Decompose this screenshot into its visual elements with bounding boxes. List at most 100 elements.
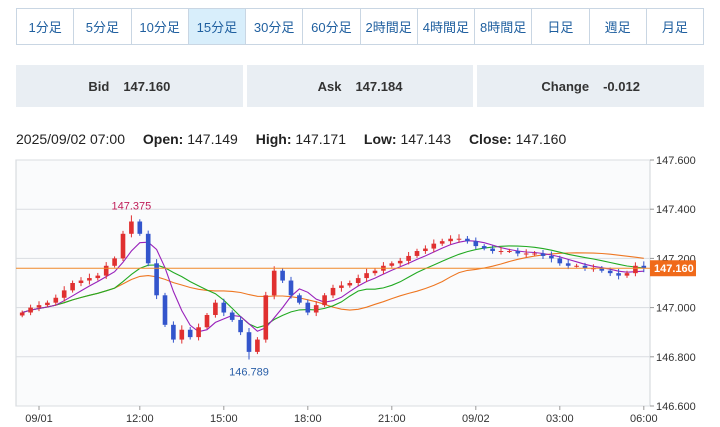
candle-body bbox=[313, 305, 319, 313]
ohlc-readout: 2025/09/02 07:00 Open: 147.149 High: 147… bbox=[16, 131, 566, 147]
y-tick-label: 147.600 bbox=[656, 155, 696, 167]
candle-body bbox=[498, 251, 504, 253]
candle-body bbox=[355, 278, 361, 283]
x-tick-label: 06:00 bbox=[630, 413, 658, 425]
candle-body bbox=[263, 295, 269, 340]
candle-body bbox=[28, 307, 33, 313]
candle-body bbox=[78, 280, 84, 283]
ask-cell: Ask 147.184 bbox=[246, 65, 474, 107]
candle-body bbox=[549, 255, 554, 259]
bid-value: 147.160 bbox=[123, 78, 171, 94]
timeframe-tabs: 1分足 5分足 10分足 15分足 30分足 60分足 2時間足 4時間足 8時間足 日足 週足 月足 bbox=[16, 8, 704, 45]
candle-body bbox=[574, 265, 579, 267]
candle-body bbox=[45, 302, 50, 306]
tab-timeframe[interactable]: 1分足 bbox=[17, 9, 75, 44]
ask-value: 147.184 bbox=[355, 78, 403, 94]
tab-timeframe[interactable]: 日足 bbox=[532, 9, 590, 44]
tab-timeframe[interactable]: 8時間足 bbox=[475, 9, 533, 44]
candle-body bbox=[112, 258, 117, 266]
low-label: Low: bbox=[363, 131, 397, 147]
close-label: Close: bbox=[468, 131, 512, 147]
change-value: -0.012 bbox=[603, 78, 640, 94]
plot-area bbox=[15, 159, 651, 407]
candle-body bbox=[565, 263, 571, 266]
y-tick-label: 146.600 bbox=[656, 401, 696, 413]
tab-timeframe[interactable]: 60分足 bbox=[303, 9, 361, 44]
candle-body bbox=[229, 312, 235, 320]
price-annotation: 147.375 bbox=[112, 200, 152, 212]
candle-body bbox=[53, 297, 59, 303]
candle-body bbox=[196, 327, 201, 338]
candle-body bbox=[532, 253, 537, 255]
candle-body bbox=[540, 253, 546, 256]
candle-body bbox=[61, 290, 67, 298]
candle-body bbox=[448, 238, 453, 242]
candle-body bbox=[36, 305, 42, 308]
candle-body bbox=[406, 255, 411, 261]
candle-body bbox=[171, 324, 176, 340]
x-tick-label: 18:00 bbox=[294, 413, 322, 425]
tab-timeframe[interactable]: 30分足 bbox=[246, 9, 304, 44]
open-label: Open: bbox=[142, 131, 184, 147]
candle-body bbox=[221, 302, 227, 313]
y-tick-label: 146.800 bbox=[656, 352, 696, 364]
candle-body bbox=[481, 246, 487, 249]
x-tick-label: 09/02 bbox=[462, 413, 490, 425]
candle-body bbox=[490, 248, 495, 252]
x-tick-label: 21:00 bbox=[378, 413, 406, 425]
candle-body bbox=[305, 302, 311, 313]
candle-body bbox=[95, 275, 101, 279]
high-value: 147.171 bbox=[295, 131, 346, 147]
candle-body bbox=[330, 287, 336, 296]
candle-body bbox=[204, 314, 210, 328]
tab-timeframe[interactable]: 2時間足 bbox=[360, 9, 418, 44]
candle-body bbox=[238, 319, 243, 333]
ohlc-datetime: 2025/09/02 07:00 bbox=[16, 131, 125, 147]
quote-bar: Bid 147.160 Ask 147.184 Change -0.012 bbox=[16, 65, 705, 107]
y-tick-label: 147.000 bbox=[656, 303, 696, 315]
candle-body bbox=[439, 241, 445, 244]
ask-label: Ask bbox=[317, 78, 342, 94]
tab-timeframe[interactable]: 5分足 bbox=[74, 9, 132, 44]
x-tick-label: 12:00 bbox=[126, 413, 154, 425]
candle-body bbox=[70, 283, 75, 291]
candle-body bbox=[372, 270, 378, 274]
candle-body bbox=[297, 295, 302, 303]
candle-body bbox=[523, 253, 529, 255]
open-value: 147.149 bbox=[187, 131, 238, 147]
candle-body bbox=[414, 251, 420, 256]
tab-timeframe[interactable]: 月足 bbox=[646, 9, 703, 44]
candle-body bbox=[339, 285, 344, 288]
bid-label: Bid bbox=[88, 78, 110, 94]
x-tick-label: 09/01 bbox=[25, 413, 53, 425]
candle-body bbox=[213, 302, 218, 315]
x-tick-label: 15:00 bbox=[210, 413, 238, 425]
candle-body bbox=[145, 233, 151, 264]
candle-body bbox=[87, 278, 92, 281]
candle-body bbox=[557, 258, 563, 264]
x-tick-label: 03:00 bbox=[546, 413, 574, 425]
candle-body bbox=[364, 273, 369, 279]
tab-timeframe[interactable]: 15分足 bbox=[188, 9, 246, 44]
candle-body bbox=[347, 283, 353, 286]
candle-body bbox=[255, 339, 260, 352]
candle-body bbox=[129, 221, 134, 234]
tab-timeframe[interactable]: 4時間足 bbox=[417, 9, 475, 44]
current-price-label: 147.160 bbox=[654, 263, 694, 275]
y-tick-label: 147.400 bbox=[656, 204, 696, 216]
candle-body bbox=[616, 273, 621, 276]
candle-body bbox=[280, 270, 285, 281]
candle-body bbox=[397, 260, 403, 264]
low-value: 147.143 bbox=[400, 131, 452, 147]
tab-timeframe[interactable]: 週足 bbox=[589, 9, 647, 44]
candle-body bbox=[120, 233, 126, 259]
candle-body bbox=[137, 221, 143, 234]
candlestick-chart[interactable]: 147.600147.400147.200147.000146.800146.6… bbox=[0, 150, 720, 427]
candle-body bbox=[423, 248, 428, 252]
candle-body bbox=[271, 270, 277, 296]
tab-timeframe[interactable]: 10分足 bbox=[131, 9, 189, 44]
bid-cell: Bid 147.160 bbox=[16, 65, 243, 107]
candle-body bbox=[162, 295, 168, 325]
candle-body bbox=[515, 251, 521, 254]
candle-body bbox=[246, 332, 252, 352]
